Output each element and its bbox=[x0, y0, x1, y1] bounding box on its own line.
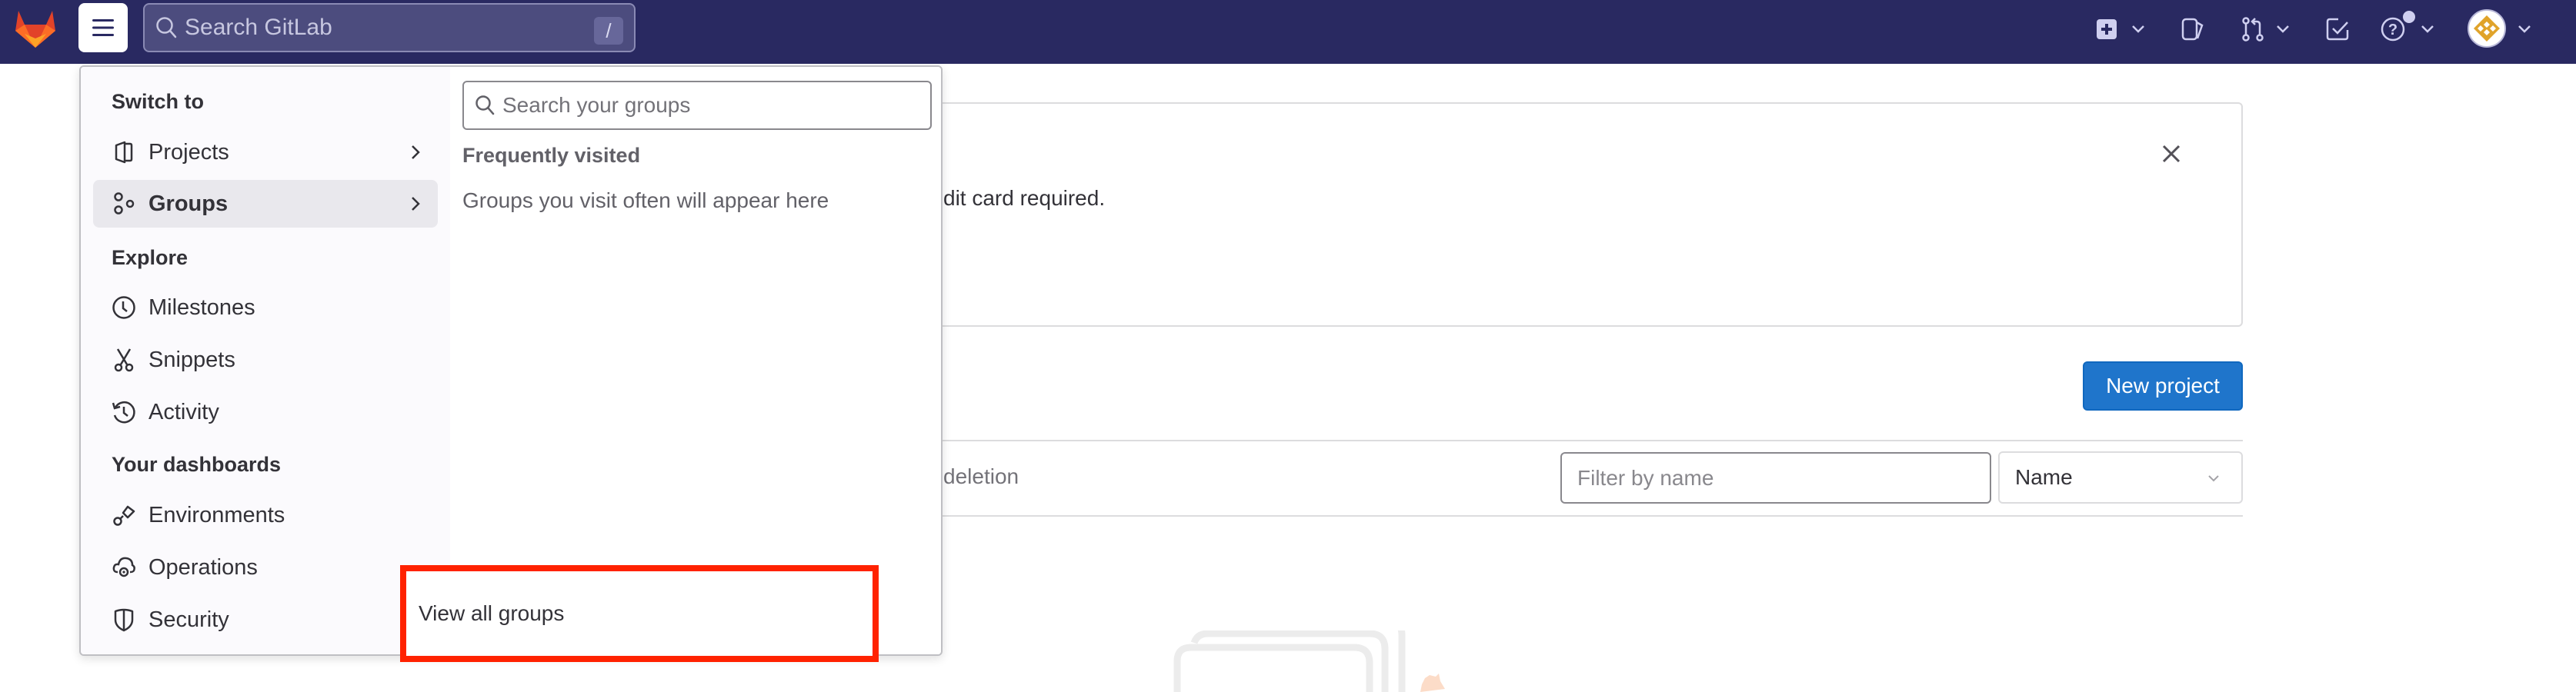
chevron-down-icon[interactable] bbox=[2419, 20, 2436, 37]
search-placeholder: Search GitLab bbox=[185, 15, 332, 40]
search-icon bbox=[156, 17, 177, 38]
snippet-icon bbox=[112, 348, 136, 372]
sort-selected-value: Name bbox=[2015, 465, 2073, 489]
frequently-visited-title: Frequently visited bbox=[462, 144, 641, 167]
issues-icon bbox=[2181, 18, 2204, 41]
help-icon: ? bbox=[2381, 17, 2405, 42]
menu-item-label: Groups bbox=[148, 191, 229, 216]
menu-item-environments[interactable]: Environments bbox=[93, 491, 438, 539]
project-icon bbox=[112, 140, 136, 165]
todos-icon bbox=[2326, 18, 2349, 41]
environment-icon bbox=[112, 503, 136, 527]
help-notification-dot bbox=[2403, 11, 2415, 23]
issues-button[interactable] bbox=[2181, 14, 2205, 45]
new-project-button[interactable]: New project bbox=[2083, 361, 2243, 411]
section-title-your-dashboards: Your dashboards bbox=[112, 453, 282, 476]
close-icon[interactable] bbox=[2157, 140, 2185, 168]
section-title-switch-to: Switch to bbox=[112, 90, 204, 113]
main-menu-button[interactable] bbox=[78, 3, 128, 52]
menu-item-projects[interactable]: Projects bbox=[93, 128, 438, 176]
empty-state-illustration bbox=[1173, 630, 1445, 692]
cloud-gear-icon bbox=[112, 555, 136, 580]
menu-item-label: Projects bbox=[148, 139, 229, 165]
hamburger-menu-icon bbox=[92, 19, 114, 36]
create-new-button[interactable] bbox=[2096, 14, 2117, 45]
trial-banner bbox=[846, 102, 2243, 327]
gitlab-logo[interactable] bbox=[14, 8, 57, 49]
menu-item-label: Security bbox=[148, 607, 229, 632]
menu-item-operations[interactable]: Operations bbox=[93, 544, 438, 591]
top-navbar: Search GitLab / ? bbox=[0, 0, 2576, 64]
shield-icon bbox=[112, 607, 136, 632]
menu-left-pane: Switch to Projects Groups Explore Milest… bbox=[81, 67, 450, 654]
chevron-down-icon[interactable] bbox=[2274, 20, 2291, 37]
chevron-down-icon bbox=[2208, 475, 2219, 482]
menu-item-security[interactable]: Security bbox=[93, 596, 438, 644]
menu-item-label: Snippets bbox=[148, 347, 235, 372]
menu-item-label: Environments bbox=[148, 502, 285, 527]
tab-pending-deletion[interactable]: deletion bbox=[943, 464, 1019, 489]
search-groups-input[interactable] bbox=[502, 93, 903, 118]
menu-item-milestones[interactable]: Milestones bbox=[93, 284, 438, 331]
group-icon bbox=[112, 191, 136, 216]
frequently-visited-empty-text: Groups you visit often will appear here bbox=[462, 188, 829, 212]
chevron-down-icon[interactable] bbox=[2130, 20, 2147, 37]
banner-text: dit card required. bbox=[943, 186, 1106, 210]
user-avatar[interactable] bbox=[2468, 9, 2506, 48]
menu-item-label: Operations bbox=[148, 554, 258, 580]
sort-dropdown[interactable]: Name bbox=[1998, 451, 2243, 504]
view-all-groups-link[interactable]: View all groups bbox=[400, 565, 879, 662]
chevron-right-icon bbox=[412, 197, 420, 211]
clock-icon bbox=[112, 295, 136, 320]
search-shortcut-key: / bbox=[594, 17, 623, 45]
filter-by-name-input[interactable] bbox=[1560, 452, 1991, 504]
merge-requests-icon bbox=[2242, 17, 2264, 42]
avatar-identicon bbox=[2474, 15, 2500, 42]
chevron-down-icon[interactable] bbox=[2516, 20, 2533, 37]
menu-item-activity[interactable]: Activity bbox=[93, 388, 438, 436]
menu-item-label: Activity bbox=[148, 399, 219, 424]
global-search[interactable]: Search GitLab / bbox=[143, 3, 636, 52]
menu-item-groups[interactable]: Groups bbox=[93, 180, 438, 228]
history-icon bbox=[112, 400, 136, 424]
merge-requests-button[interactable] bbox=[2241, 14, 2265, 45]
menu-item-snippets[interactable]: Snippets bbox=[93, 336, 438, 384]
view-all-groups-label: View all groups bbox=[419, 601, 565, 625]
menu-item-label: Milestones bbox=[148, 294, 255, 320]
section-title-explore: Explore bbox=[112, 246, 189, 269]
svg-text:?: ? bbox=[2388, 22, 2397, 38]
search-icon bbox=[475, 95, 495, 115]
search-groups-field[interactable] bbox=[462, 81, 932, 130]
chevron-right-icon bbox=[412, 145, 420, 159]
todos-button[interactable] bbox=[2325, 14, 2350, 45]
plus-square-icon bbox=[2097, 19, 2117, 39]
